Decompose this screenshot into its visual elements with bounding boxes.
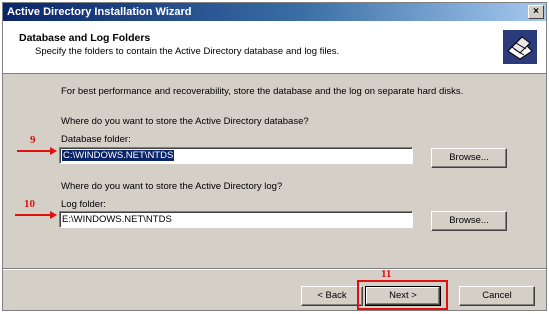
db-question: Where do you want to store the Active Di… (61, 116, 309, 127)
database-folder-icon (503, 30, 537, 64)
log-folder-value: E:\WINDOWS.NET\NTDS (62, 214, 172, 225)
db-folder-label: Database folder: (61, 134, 131, 145)
close-button[interactable]: × (528, 5, 544, 19)
step-11-label: 11 (381, 268, 392, 280)
db-folder-value: C:\WINDOWS.NET\NTDS (62, 150, 175, 161)
page-subtitle: Specify the folders to contain the Activ… (35, 46, 340, 57)
window-title: Active Directory Installation Wizard (7, 6, 192, 18)
title-bar: Active Directory Installation Wizard × (3, 3, 546, 21)
db-browse-button[interactable]: Browse... (431, 148, 507, 168)
next-button-highlight (357, 280, 448, 310)
step-10-arrow-icon (15, 211, 57, 219)
wizard-window: Active Directory Installation Wizard × D… (2, 2, 547, 311)
log-folder-input[interactable]: E:\WINDOWS.NET\NTDS (59, 211, 413, 228)
footer-separator (3, 268, 546, 270)
log-folder-label: Log folder: (61, 199, 106, 210)
step-9-label: 9 (30, 134, 36, 146)
cancel-button[interactable]: Cancel (459, 286, 535, 306)
wizard-header: Database and Log Folders Specify the fol… (3, 21, 546, 74)
step-9-arrow-icon (17, 147, 57, 155)
log-browse-button[interactable]: Browse... (431, 211, 507, 231)
page-title: Database and Log Folders (19, 32, 151, 44)
back-button[interactable]: < Back (301, 286, 363, 306)
close-icon: × (533, 6, 539, 17)
step-10-label: 10 (24, 198, 35, 210)
log-question: Where do you want to store the Active Di… (61, 181, 283, 192)
intro-text: For best performance and recoverability,… (61, 86, 464, 97)
db-folder-input[interactable]: C:\WINDOWS.NET\NTDS (59, 147, 413, 164)
